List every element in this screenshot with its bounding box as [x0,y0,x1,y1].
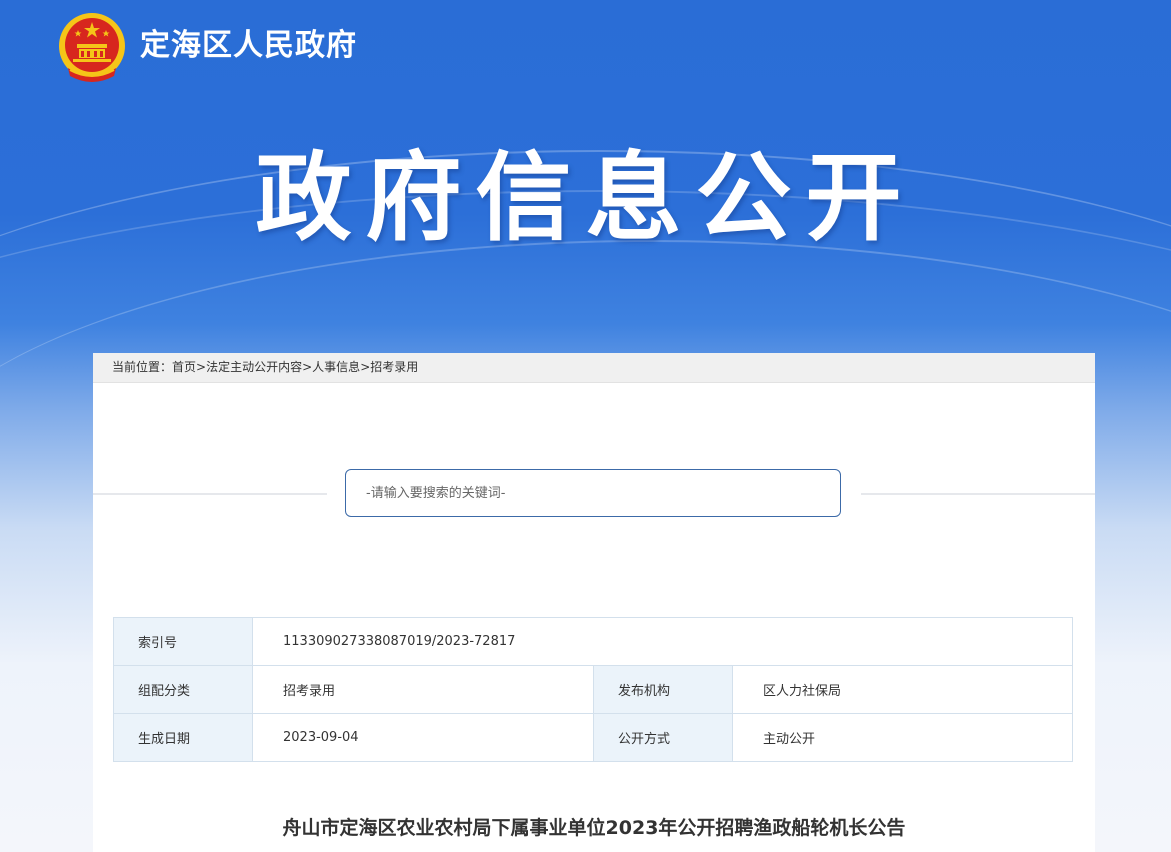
search-divider-left [93,493,327,495]
breadcrumb-home[interactable]: 首页 [172,360,196,374]
index-label: 索引号 [113,617,253,666]
table-row: 索引号 113309027338087019/2023-72817 [113,617,1073,666]
banner-title: 政府信息公开 [255,142,916,254]
mode-label: 公开方式 [593,713,733,762]
search-divider-right [861,493,1095,495]
category-label: 组配分类 [113,665,253,714]
breadcrumb-prefix: 当前位置： [112,360,173,374]
breadcrumb-recruitment[interactable]: 招考录用 [370,360,418,374]
breadcrumb-personnel-info[interactable]: 人事信息 [312,360,360,374]
category-value: 招考录用 [252,665,594,714]
breadcrumb-separator: > [360,360,371,374]
breadcrumb-separator: > [196,360,207,374]
national-emblem-icon[interactable] [58,12,126,82]
breadcrumb-public-content[interactable]: 法定主动公开内容 [206,360,302,374]
date-label: 生成日期 [113,713,253,762]
breadcrumb: 当前位置：首页>法定主动公开内容>人事信息>招考录用 [93,353,1095,383]
mode-value: 主动公开 [732,713,1073,762]
search-input[interactable] [345,469,841,517]
date-value: 2023-09-04 [252,713,594,762]
table-row: 组配分类 招考录用 发布机构 区人力社保局 [113,665,1073,714]
index-value: 113309027338087019/2023-72817 [252,617,1073,666]
info-table: 索引号 113309027338087019/2023-72817 组配分类 招… [113,617,1073,762]
article-title: 舟山市定海区农业农村局下属事业单位2023年公开招聘渔政船轮机长公告 [282,817,906,839]
table-row: 生成日期 2023-09-04 公开方式 主动公开 [113,713,1073,762]
content-panel: 当前位置：首页>法定主动公开内容>人事信息>招考录用 索引号 113309027… [93,353,1095,852]
site-title[interactable]: 定海区人民政府 [140,20,357,64]
publisher-label: 发布机构 [593,665,733,714]
breadcrumb-separator: > [302,360,313,374]
publisher-value: 区人力社保局 [732,665,1073,714]
